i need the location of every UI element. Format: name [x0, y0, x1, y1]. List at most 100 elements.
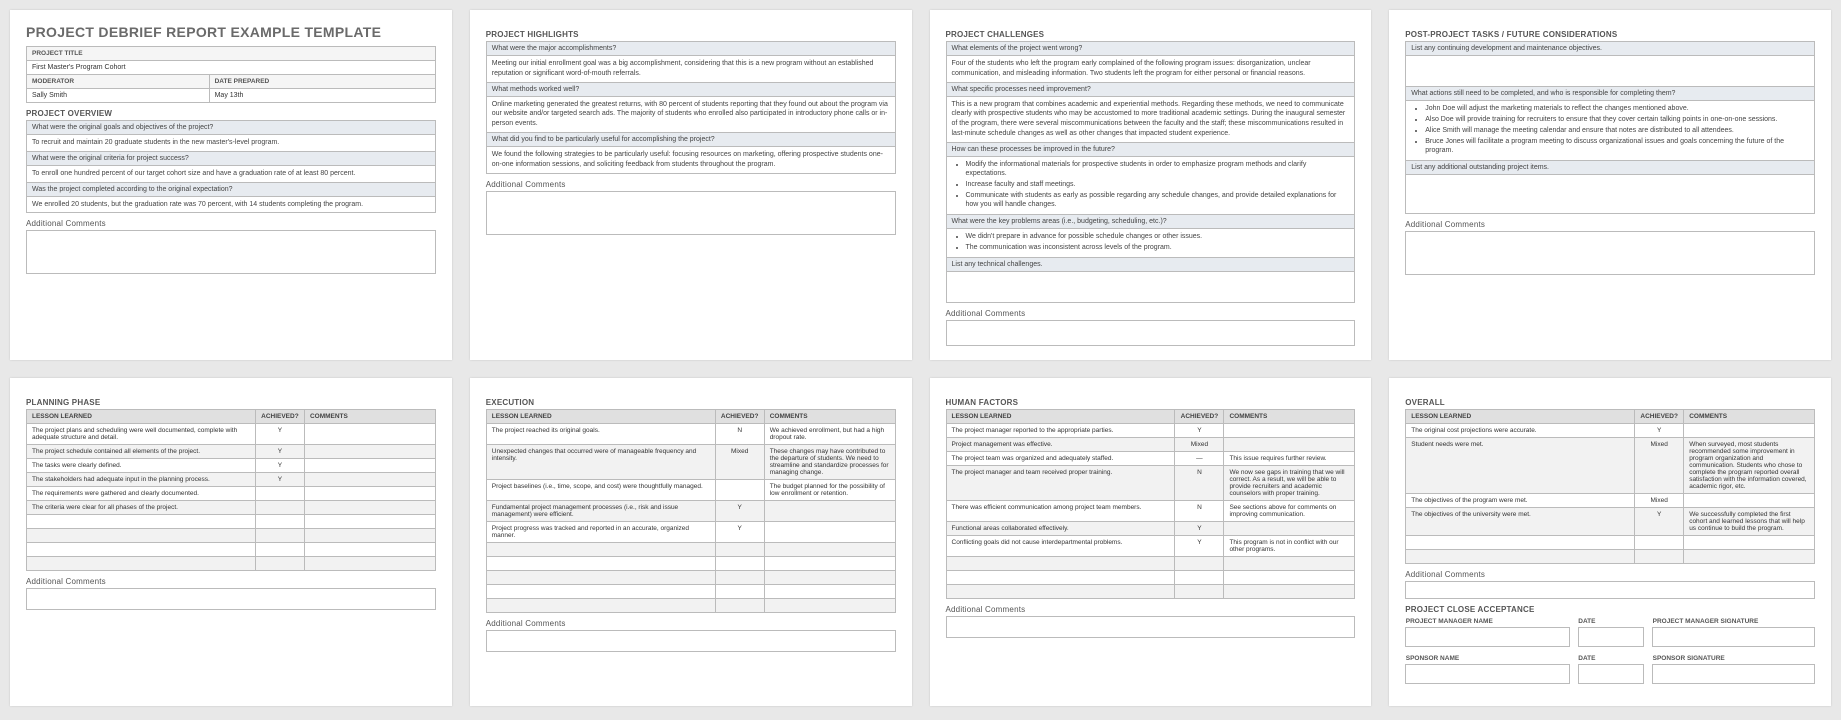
table-row [946, 571, 1355, 585]
col-achieved: ACHIEVED? [255, 410, 304, 424]
pm-date-field[interactable] [1578, 628, 1643, 647]
lesson-cell: The requirements were gathered and clear… [27, 487, 256, 501]
lesson-cell: Functional areas collaborated effectivel… [946, 522, 1175, 536]
ch-ac-box [946, 320, 1356, 346]
ex-ac-label: Additional Comments [486, 619, 896, 628]
sp-sig-label: SPONSOR SIGNATURE [1653, 653, 1815, 665]
comments-cell [764, 522, 895, 543]
achieved-cell: Y [1635, 508, 1684, 536]
table-row: The objectives of the university were me… [1406, 508, 1815, 536]
table-row: Student needs were met.MixedWhen surveye… [1406, 438, 1815, 494]
sp-sig-field[interactable] [1653, 665, 1815, 684]
sp-name-field[interactable] [1406, 665, 1570, 684]
lesson-cell: The project plans and scheduling were we… [27, 424, 256, 445]
ch-a5 [946, 272, 1355, 303]
comments-cell [764, 557, 895, 571]
ch-a2: This is a new program that combines acad… [946, 96, 1355, 142]
lesson-cell [946, 571, 1175, 585]
lesson-cell [27, 529, 256, 543]
ov-a1: To recruit and maintain 20 graduate stud… [27, 135, 436, 152]
achieved-cell: N [1175, 466, 1224, 501]
table-row [27, 515, 436, 529]
table-row [27, 543, 436, 557]
sig-table-2: SPONSOR NAMEDATESPONSOR SIGNATURE [1405, 653, 1815, 684]
comments-cell [304, 445, 435, 459]
sp-name-label: SPONSOR NAME [1406, 653, 1570, 665]
comments-cell [764, 571, 895, 585]
comments-cell [1684, 536, 1815, 550]
hl-a2: Online marketing generated the greatest … [486, 96, 895, 132]
project-title-table: PROJECT TITLE First Master's Program Coh… [26, 46, 436, 103]
comments-cell [1224, 424, 1355, 438]
lesson-cell: The criteria were clear for all phases o… [27, 501, 256, 515]
lesson-cell [946, 585, 1175, 599]
comments-cell [304, 487, 435, 501]
table-row [486, 557, 895, 571]
lesson-cell [486, 585, 715, 599]
table-row [946, 557, 1355, 571]
comments-cell [304, 515, 435, 529]
table-row: Functional areas collaborated effectivel… [946, 522, 1355, 536]
moderator-label: MODERATOR [27, 75, 210, 89]
list-item: Bruce Jones will facilitate a program me… [1425, 137, 1809, 155]
lesson-cell: Project management was effective. [946, 438, 1175, 452]
lesson-cell [486, 557, 715, 571]
ch-a3: Modify the informational materials for p… [946, 156, 1355, 214]
ch-q1: What elements of the project went wrong? [946, 42, 1355, 56]
achieved-cell [1175, 585, 1224, 599]
comments-cell: This program is not in conflict with our… [1224, 536, 1355, 557]
pl-ac-label: Additional Comments [26, 577, 436, 586]
hl-ac-box [486, 191, 896, 235]
date-val: May 13th [209, 89, 435, 103]
comments-cell [1224, 522, 1355, 536]
comments-cell [304, 459, 435, 473]
achieved-cell: — [1175, 452, 1224, 466]
pp-q3: List any additional outstanding project … [1406, 161, 1815, 175]
ch-ac-label: Additional Comments [946, 309, 1356, 318]
page-2: PROJECT HIGHLIGHTS What were the major a… [470, 10, 912, 360]
hl-ac-label: Additional Comments [486, 180, 896, 189]
comments-cell: We achieved enrollment, but had a high d… [764, 424, 895, 445]
achieved-cell: Y [715, 501, 764, 522]
achieved-cell: Y [255, 473, 304, 487]
overview-table: What were the original goals and objecti… [26, 120, 436, 213]
ch-q3: How can these processes be improved in t… [946, 142, 1355, 156]
lesson-cell: The project manager and team received pr… [946, 466, 1175, 501]
lesson-cell: The project team was organized and adequ… [946, 452, 1175, 466]
table-row: Unexpected changes that occurred were of… [486, 445, 895, 480]
planning-head: PLANNING PHASE [26, 398, 436, 407]
achieved-cell: Y [1175, 424, 1224, 438]
table-row: The tasks were clearly defined.Y [27, 459, 436, 473]
challenges-head: PROJECT CHALLENGES [946, 30, 1356, 39]
lesson-cell [946, 557, 1175, 571]
pp-a1 [1406, 56, 1815, 87]
achieved-cell [1175, 557, 1224, 571]
ch-a4: We didn't prepare in advance for possibl… [946, 229, 1355, 258]
lesson-cell [27, 543, 256, 557]
list-item: Increase faculty and staff meetings. [966, 180, 1350, 189]
sp-date-field[interactable] [1578, 665, 1643, 684]
table-row: The project manager and team received pr… [946, 466, 1355, 501]
pp-q1: List any continuing development and main… [1406, 42, 1815, 56]
comments-cell [764, 543, 895, 557]
achieved-cell: Y [255, 424, 304, 445]
table-row [27, 557, 436, 571]
overview-head: PROJECT OVERVIEW [26, 109, 436, 118]
achieved-cell: N [715, 424, 764, 445]
post-head: POST-PROJECT TASKS / FUTURE CONSIDERATIO… [1405, 30, 1815, 39]
achieved-cell: Y [715, 522, 764, 543]
table-row [486, 599, 895, 613]
pm-sig-label: PROJECT MANAGER SIGNATURE [1653, 616, 1815, 628]
comments-cell [1224, 438, 1355, 452]
achieved-cell [255, 557, 304, 571]
lesson-cell: Conflicting goals did not cause interdep… [946, 536, 1175, 557]
pp-a3 [1406, 175, 1815, 214]
hl-a3: We found the following strategies to be … [486, 146, 895, 173]
pm-sig-field[interactable] [1653, 628, 1815, 647]
pm-name-field[interactable] [1406, 628, 1570, 647]
sig-table-1: PROJECT MANAGER NAMEDATEPROJECT MANAGER … [1405, 616, 1815, 647]
achieved-cell [255, 501, 304, 515]
post-table: List any continuing development and main… [1405, 41, 1815, 214]
comments-cell [304, 529, 435, 543]
achieved-cell: Mixed [1635, 438, 1684, 494]
